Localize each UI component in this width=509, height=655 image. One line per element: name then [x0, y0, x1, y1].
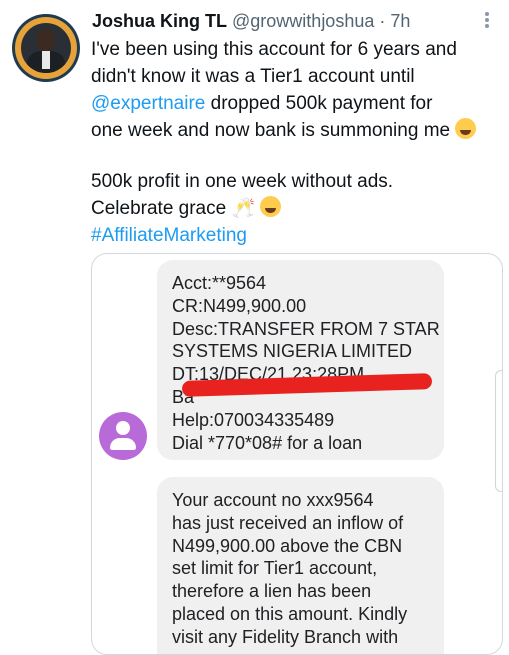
tweet-line-text: one week and now bank is summoning me — [91, 120, 451, 141]
sms-line: Help:070034335489 — [172, 409, 335, 430]
sms-line: Desc:TRANSFER FROM 7 STAR — [172, 318, 440, 339]
sms-bubble-transaction: Acct:**9564 CR:N499,900.00 Desc:TRANSFER… — [157, 260, 444, 460]
hashtag-link[interactable]: #AffiliateMarketing — [91, 222, 501, 249]
more-options-icon[interactable] — [480, 10, 494, 30]
sms-line: Dial *770*08# for a loan — [172, 432, 363, 453]
sms-line: therefore a lien has been — [172, 581, 372, 602]
person-icon-body — [110, 438, 136, 450]
tweet-line: didn't know it was a Tier1 account until — [91, 66, 415, 87]
sms-line: set limit for Tier1 account, — [172, 558, 378, 579]
more-dot — [485, 18, 489, 22]
grinning-sweat-emoji-icon — [260, 196, 282, 217]
tweet-text: I've been using this account for 6 years… — [91, 36, 501, 249]
tweet-media-image[interactable]: Acct:**9564 CR:N499,900.00 Desc:TRANSFER… — [91, 253, 503, 655]
more-dot — [485, 24, 489, 28]
avatar-photo — [21, 23, 71, 73]
tweet-line: one week and now bank is summoning me — [91, 117, 501, 144]
sms-line: has just received an inflow of — [172, 512, 404, 533]
author-name[interactable]: Joshua King TL — [92, 11, 227, 31]
paragraph-break — [91, 144, 501, 168]
sms-line: Acct:**9564 — [172, 273, 267, 293]
sms-line: placed on this amount. Kindly — [172, 603, 408, 624]
avatar-shirt — [42, 51, 50, 69]
tweet-line: Celebrate grace 🥂 — [91, 195, 501, 222]
tweet-timestamp[interactable]: 7h — [390, 11, 410, 31]
mention-link[interactable]: @expertnaire — [91, 93, 205, 114]
tweet-line: 500k profit in one week without ads. — [91, 171, 394, 192]
sms-bubble-lien-notice: Your account no xxx9564 has just receive… — [157, 477, 444, 654]
author-handle[interactable]: @growwithjoshua — [232, 11, 374, 31]
profile-avatar[interactable] — [12, 14, 80, 82]
sms-line: visit any Fidelity Branch with — [172, 626, 399, 647]
scrollbar-track[interactable] — [495, 370, 502, 492]
sms-line: CR:N499,900.00 — [172, 295, 307, 316]
tweet-line-text: Celebrate grace — [91, 198, 227, 219]
tweet-line: I've been using this account for 6 years… — [91, 39, 457, 60]
avatar-head — [37, 29, 55, 51]
more-dot — [485, 12, 489, 16]
sms-line: N499,900.00 above the CBN — [172, 535, 403, 556]
header-separator: · — [379, 11, 386, 31]
tweet-line: @expertnaire dropped 500k payment for — [91, 90, 501, 117]
clinking-glasses-emoji-icon: 🥂 — [231, 198, 256, 219]
contact-person-icon — [99, 412, 147, 460]
tweet-header: Joshua King TL @growwithjoshua · 7h — [92, 10, 410, 32]
person-icon-head — [116, 421, 130, 435]
grinning-sweat-emoji-icon — [455, 118, 477, 139]
sms-line: Your account no xxx9564 — [172, 490, 374, 510]
tweet-line-text: dropped 500k payment for — [210, 93, 433, 114]
sms-line: SYSTEMS NIGERIA LIMITED — [172, 341, 413, 362]
